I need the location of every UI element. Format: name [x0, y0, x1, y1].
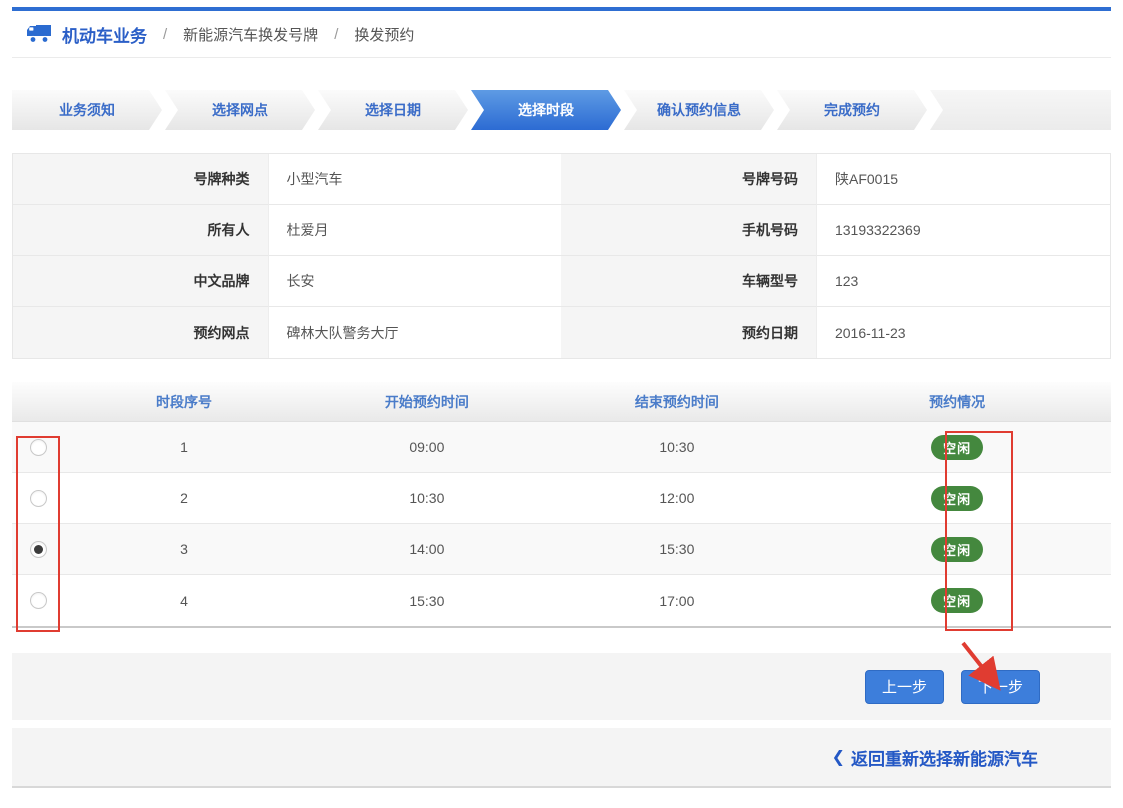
slot-table-header: 时段序号开始预约时间结束预约时间预约情况	[12, 382, 1111, 422]
info-label: 号牌种类	[13, 154, 268, 205]
step-2: 选择网点	[165, 90, 315, 130]
step-progress-bar: 业务须知选择网点选择日期选择时段确认预约信息完成预约	[12, 90, 1111, 130]
breadcrumb: 机动车业务 / 新能源汽车换发号牌 / 换发预约	[12, 11, 1111, 58]
slot-radio-4[interactable]	[30, 592, 47, 609]
slot-seq: 1	[65, 439, 303, 455]
radio-cell	[12, 592, 65, 609]
slot-table-body: 109:0010:30空闲210:3012:00空闲314:0015:30空闲4…	[12, 422, 1111, 626]
status-cell: 空闲	[803, 537, 1111, 562]
breadcrumb-root[interactable]: 机动车业务	[62, 22, 147, 47]
breadcrumb-separator: /	[328, 26, 344, 43]
step-6: 完成预约	[777, 90, 927, 130]
slot-column-header: 时段序号	[65, 392, 303, 412]
slot-radio-3[interactable]	[30, 541, 47, 558]
slot-seq: 4	[65, 593, 303, 609]
back-link-bar: ❮ 返回重新选择新能源汽车	[12, 728, 1111, 788]
slot-row: 415:3017:00 空闲	[12, 575, 1111, 626]
info-value: 碑林大队警务大厅	[268, 307, 562, 358]
step-1: 业务须知	[12, 90, 162, 130]
status-cell: 空闲	[803, 435, 1111, 460]
status-badge: 空闲	[931, 537, 983, 562]
slot-row: 109:0010:30 空闲	[12, 422, 1111, 473]
info-label: 预约日期	[561, 307, 816, 358]
slot-column-header: 预约情况	[803, 392, 1111, 412]
radio-cell	[12, 541, 65, 558]
radio-cell	[12, 490, 65, 507]
info-value: 小型汽车	[268, 154, 562, 205]
info-value: 13193322369	[816, 205, 1110, 256]
status-cell: 空闲	[803, 486, 1111, 511]
next-step-button[interactable]: 下一步	[961, 670, 1040, 704]
time-slot-table: 时段序号开始预约时间结束预约时间预约情况 109:0010:30空闲210:30…	[12, 382, 1111, 628]
info-label: 中文品牌	[13, 256, 268, 307]
slot-end: 15:30	[550, 541, 803, 557]
slot-start: 14:00	[303, 541, 550, 557]
back-link-label: 返回重新选择新能源汽车	[851, 745, 1038, 770]
status-badge: 空闲	[931, 486, 983, 511]
step-4: 选择时段	[471, 90, 621, 130]
breadcrumb-separator: /	[157, 26, 173, 43]
status-cell: 空闲	[803, 588, 1111, 613]
slot-start: 10:30	[303, 490, 550, 506]
slot-radio-1[interactable]	[30, 439, 47, 456]
breadcrumb-item-1[interactable]: 新能源汽车换发号牌	[183, 24, 318, 45]
info-label: 车辆型号	[561, 256, 816, 307]
status-badge: 空闲	[931, 435, 983, 460]
info-value: 长安	[268, 256, 562, 307]
info-value: 杜爱月	[268, 205, 562, 256]
slot-column-header: 开始预约时间	[303, 392, 550, 412]
info-value: 123	[816, 256, 1110, 307]
info-value: 2016-11-23	[816, 307, 1110, 358]
slot-column-header: 结束预约时间	[550, 392, 803, 412]
slot-start: 09:00	[303, 439, 550, 455]
step-3: 选择日期	[318, 90, 468, 130]
page: 机动车业务 / 新能源汽车换发号牌 / 换发预约 业务须知选择网点选择日期选择时…	[0, 7, 1123, 808]
back-to-vehicle-select-link[interactable]: ❮ 返回重新选择新能源汽车	[832, 745, 1038, 770]
slot-seq: 3	[65, 541, 303, 557]
truck-icon	[12, 23, 52, 46]
slot-end: 17:00	[550, 593, 803, 609]
info-label: 号牌号码	[561, 154, 816, 205]
slot-start: 15:30	[303, 593, 550, 609]
slot-seq: 2	[65, 490, 303, 506]
slot-end: 10:30	[550, 439, 803, 455]
action-bar: 上一步 下一步	[12, 653, 1111, 720]
info-label: 预约网点	[13, 307, 268, 358]
vehicle-info-table: 号牌种类小型汽车号牌号码陕AF0015 所有人杜爱月手机号码13193322369…	[12, 153, 1111, 359]
slot-end: 12:00	[550, 490, 803, 506]
status-badge: 空闲	[931, 588, 983, 613]
step-bar-filler	[930, 90, 1111, 130]
slot-row: 210:3012:00 空闲	[12, 473, 1111, 524]
slot-row: 314:0015:30 空闲	[12, 524, 1111, 575]
slot-radio-2[interactable]	[30, 490, 47, 507]
previous-step-button[interactable]: 上一步	[865, 670, 944, 704]
info-label: 所有人	[13, 205, 268, 256]
radio-cell	[12, 439, 65, 456]
info-value: 陕AF0015	[816, 154, 1110, 205]
breadcrumb-item-2: 换发预约	[354, 24, 414, 45]
step-5: 确认预约信息	[624, 90, 774, 130]
info-label: 手机号码	[561, 205, 816, 256]
chevron-left-icon: ❮	[832, 747, 845, 767]
